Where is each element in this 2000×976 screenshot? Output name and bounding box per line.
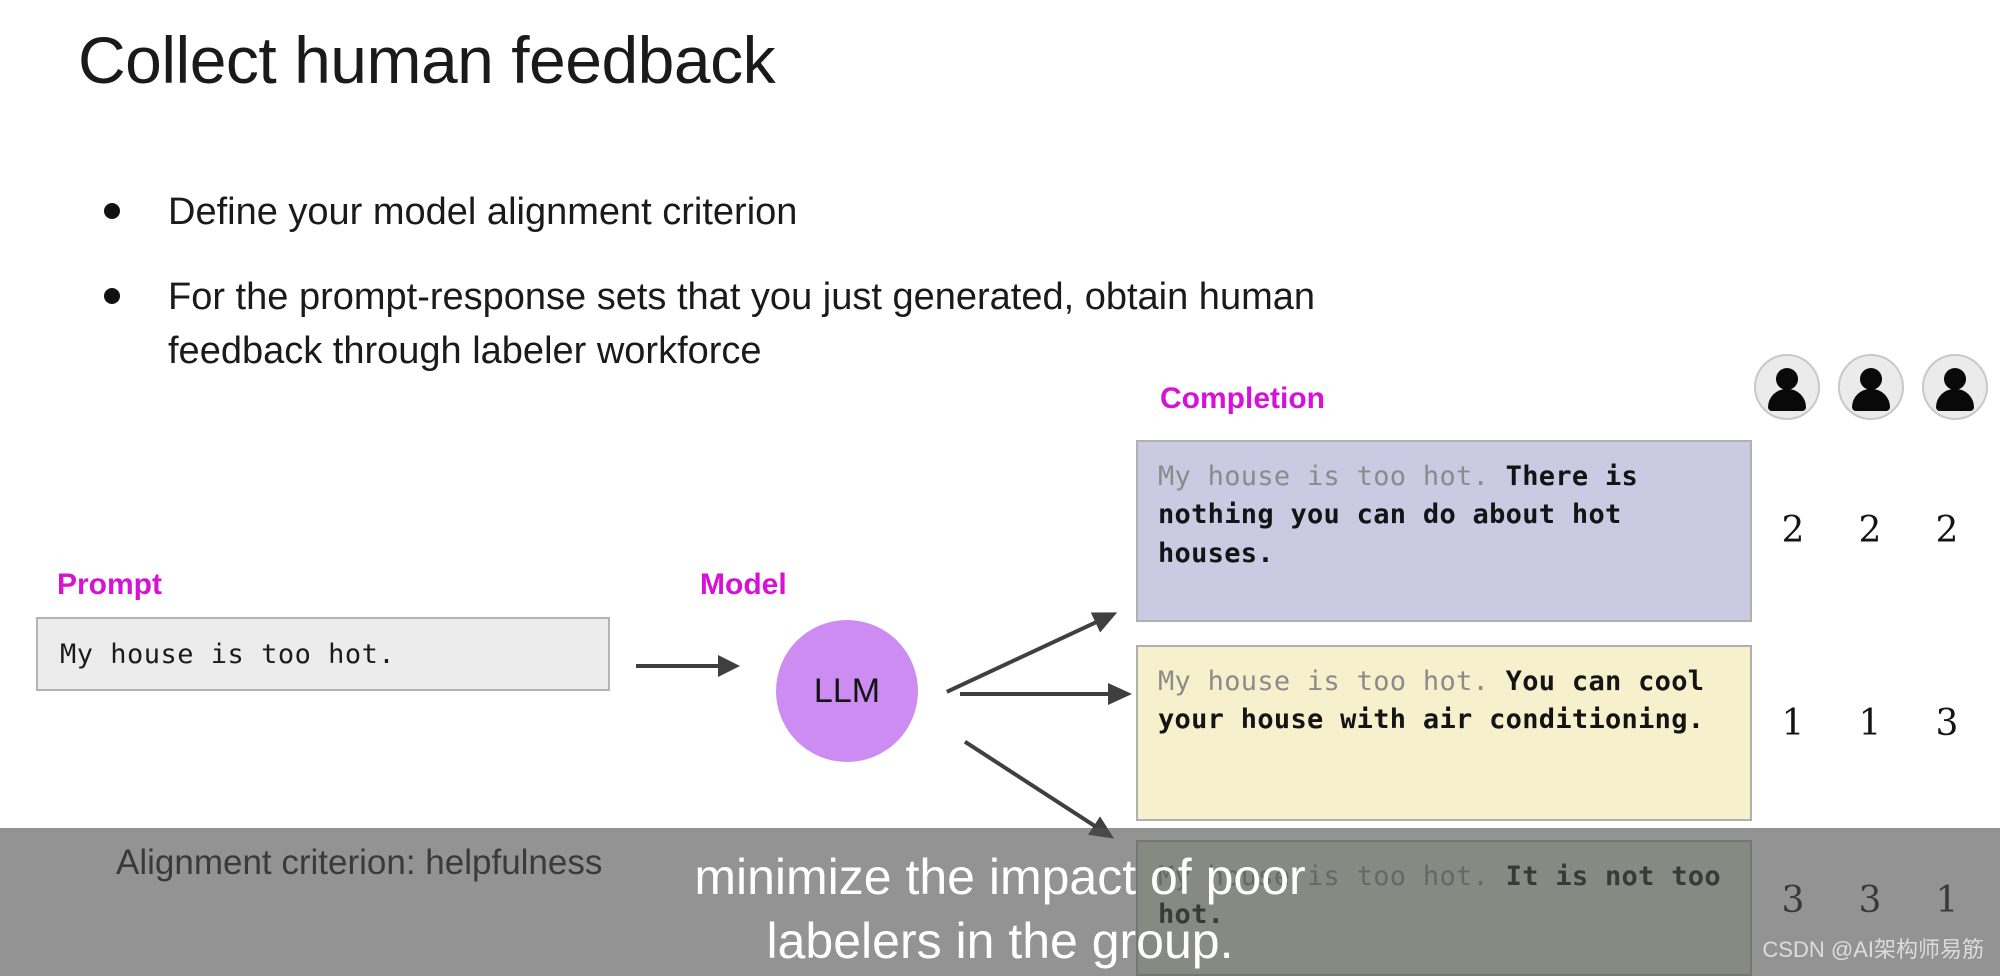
arrow-shaft <box>960 692 1112 696</box>
rank-row-1: 1 1 3 <box>1770 703 1970 744</box>
person-icon <box>1838 354 1904 420</box>
rank-cell: 1 <box>1781 703 1805 744</box>
person-icon-body <box>1936 389 1974 411</box>
bullet-item-1: For the prompt-response sets that you ju… <box>104 270 1704 379</box>
completion-box-1: My house is too hot. You can cool your h… <box>1136 645 1752 821</box>
slide-canvas: Collect human feedback Define your model… <box>0 0 2000 976</box>
caption-line-2: labelers in the group. <box>766 913 1234 969</box>
arrow-shaft <box>963 740 1099 830</box>
arrow-shaft <box>946 619 1100 694</box>
bullet-dot-icon <box>104 203 120 219</box>
bullet-text-0: Define your model alignment criterion <box>168 191 798 233</box>
prompt-text: My house is too hot. <box>60 638 396 670</box>
person-icon-head <box>1776 368 1798 390</box>
arrow-head-icon <box>1090 602 1122 633</box>
rank-cell: 2 <box>1858 510 1882 551</box>
prompt-box: My house is too hot. <box>36 617 610 691</box>
bullet-item-0: Define your model alignment criterion <box>104 185 1704 240</box>
bullet-list: Define your model alignment criterion Fo… <box>104 185 1704 409</box>
arrow-prompt-to-model <box>636 664 721 668</box>
completion-echo-1: My house is too hot. <box>1158 666 1490 697</box>
rank-cell: 2 <box>1781 510 1805 551</box>
person-icon <box>1922 354 1988 420</box>
rank-cell: 3 <box>1935 703 1959 744</box>
arrow-prompt-to-model-head-icon <box>718 655 740 677</box>
caption-overlay: minimize the impact of poor labelers in … <box>0 845 2000 973</box>
person-icon-body <box>1852 389 1890 411</box>
model-label: Model <box>700 568 787 601</box>
watermark: CSDN @AI架构师易筋 <box>1762 937 1984 962</box>
rank-cell: 2 <box>1935 510 1959 551</box>
person-icon-body <box>1768 389 1806 411</box>
completion-box-0: My house is too hot. There is nothing yo… <box>1136 440 1752 622</box>
page-title: Collect human feedback <box>78 23 776 97</box>
rank-cell: 1 <box>1858 703 1882 744</box>
prompt-label: Prompt <box>57 568 162 601</box>
rank-row-0: 2 2 2 <box>1770 510 1970 551</box>
llm-node: LLM <box>776 620 918 762</box>
bullet-dot-icon <box>104 287 120 304</box>
completion-echo-0: My house is too hot. <box>1158 461 1490 492</box>
caption-line-1: minimize the impact of poor <box>694 849 1306 905</box>
person-icon-head <box>1860 368 1882 390</box>
person-icon <box>1754 354 1820 420</box>
completion-label: Completion <box>1160 382 1325 415</box>
bullet-text-1: For the prompt-response sets that you ju… <box>168 275 1315 373</box>
llm-label: LLM <box>813 671 881 710</box>
person-icon-head <box>1944 368 1966 390</box>
arrow-head-icon <box>1108 683 1132 705</box>
labeler-avatar-group <box>1754 354 1988 420</box>
